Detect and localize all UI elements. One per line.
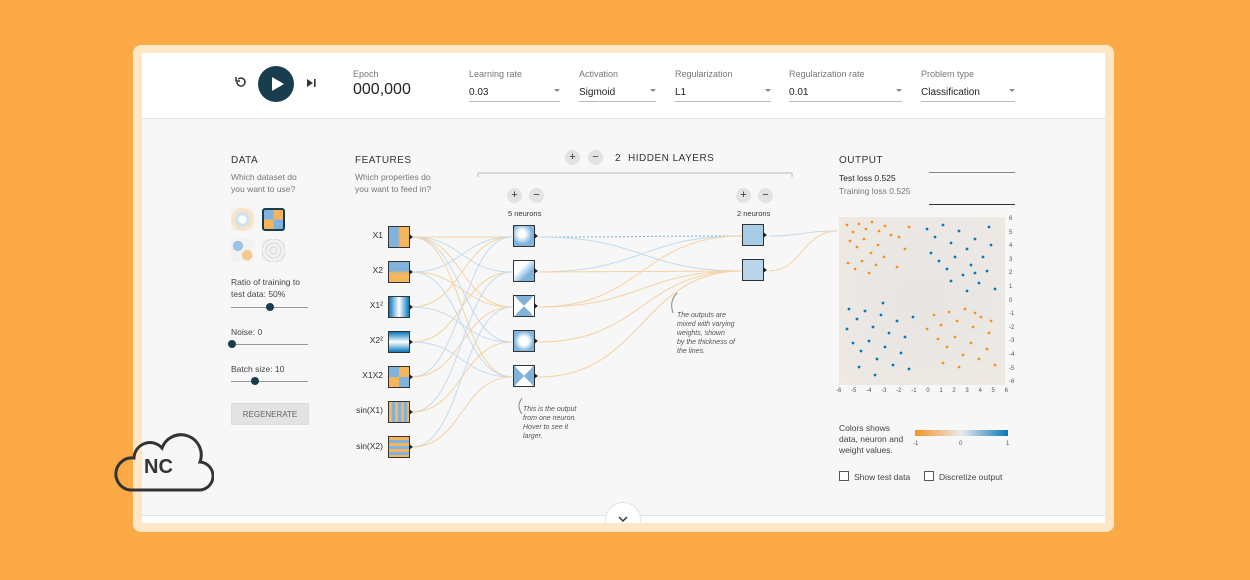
layer1-add-neuron-button[interactable]: + xyxy=(507,188,522,203)
hidden-layer-count: 2 xyxy=(615,153,622,164)
scale-label-mid: 0 xyxy=(959,441,963,447)
color-scale-bar xyxy=(915,430,1008,436)
loss-chart-line-top xyxy=(929,172,1015,173)
hidden-layers-label: HIDDEN LAYERS xyxy=(628,153,715,164)
feature-node-sinx2[interactable] xyxy=(388,436,413,458)
layer2-add-neuron-button[interactable]: + xyxy=(736,188,751,203)
neuron-2-2[interactable] xyxy=(742,259,767,281)
feature-node-x1[interactable] xyxy=(388,226,413,248)
feature-node-x1sq[interactable] xyxy=(388,296,413,318)
add-layer-button[interactable]: + xyxy=(565,150,580,165)
nc-cloud-logo: NC xyxy=(114,432,215,494)
playground-app: Epoch 000,000 Learning rate 0.03 Activat… xyxy=(142,53,1105,523)
show-test-data-label: Show test data xyxy=(854,472,911,482)
weights-note: The outputs are mixed with varying weigh… xyxy=(677,312,735,355)
output-heatmap xyxy=(839,217,1005,385)
training-loss: Training loss 0.525 xyxy=(839,186,911,196)
feature-node-sinx1[interactable] xyxy=(388,401,413,423)
scale-label-min: -1 xyxy=(913,441,919,447)
neuron-1-2[interactable] xyxy=(513,260,538,282)
feature-node-x1x2[interactable] xyxy=(388,366,413,388)
discretize-output-checkbox[interactable] xyxy=(924,471,934,481)
feature-node-x2sq[interactable] xyxy=(388,331,413,353)
layer2-remove-neuron-button[interactable]: − xyxy=(758,188,773,203)
neuron-output-note: This is the output from one neuron. Hove… xyxy=(523,406,577,440)
layer2-neuron-count: 2 neurons xyxy=(737,209,771,218)
y-axis-ticks: 6 5 4 3 2 1 0 -1 -2 -3 -4 -5 -6 xyxy=(1009,216,1015,386)
neuron-2-1[interactable] xyxy=(742,224,767,246)
neuron-1-5[interactable] xyxy=(513,365,538,387)
feature-node-x2[interactable] xyxy=(388,261,413,283)
remove-layer-button[interactable]: − xyxy=(588,150,603,165)
show-test-data-checkbox[interactable] xyxy=(839,471,849,481)
colors-legend-text: Colors shows data, neuron and weight val… xyxy=(839,423,904,455)
loss-chart-line-bottom xyxy=(929,204,1015,205)
layer1-remove-neuron-button[interactable]: − xyxy=(529,188,544,203)
output-header: OUTPUT xyxy=(839,155,884,166)
logo-text: NC xyxy=(144,456,173,478)
test-loss: Test loss 0.525 xyxy=(839,173,896,183)
scale-label-max: 1 xyxy=(1006,441,1010,447)
neuron-1-1[interactable] xyxy=(513,225,538,247)
output-scatter xyxy=(845,220,997,377)
chevron-down-icon xyxy=(618,516,628,523)
discretize-output-label: Discretize output xyxy=(939,472,1003,482)
x-axis-ticks: -6 -5 -4 -3 -2 -1 0 1 2 3 4 5 6 xyxy=(836,388,1008,394)
neuron-1-3[interactable] xyxy=(513,295,538,317)
neuron-1-4[interactable] xyxy=(513,330,538,352)
layer1-neuron-count: 5 neurons xyxy=(508,209,542,218)
